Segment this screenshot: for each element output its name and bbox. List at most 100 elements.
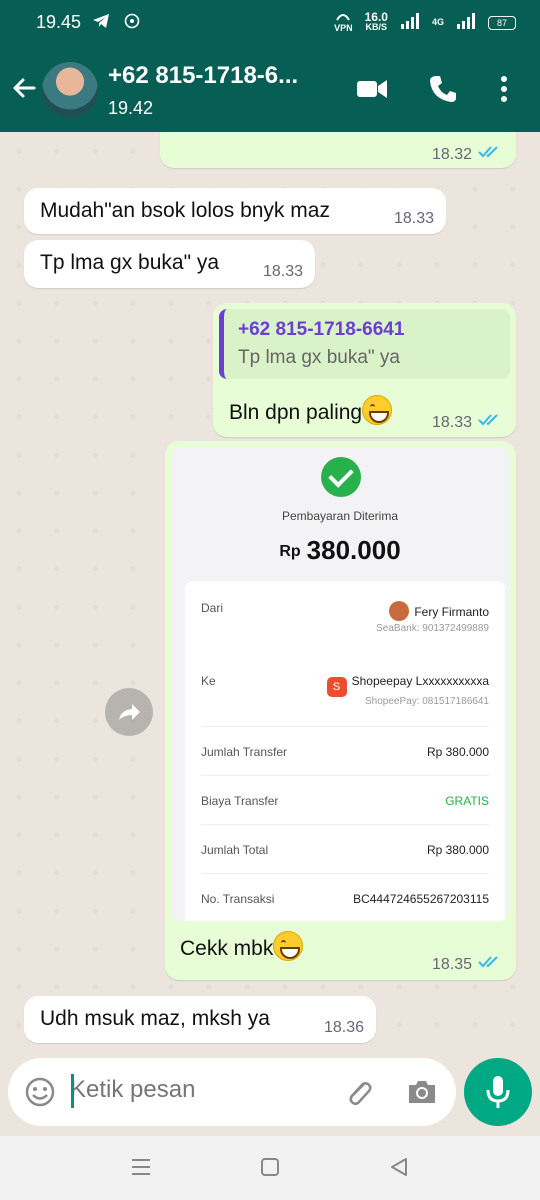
attachment-icon[interactable] <box>342 1076 374 1113</box>
receipt-to-row: Ke S Shopeepay Lxxxxxxxxxxa ShopeePay: 08… <box>201 674 489 707</box>
message-time: 18.33 <box>431 413 472 431</box>
message-time: 18.33 <box>393 210 434 227</box>
image-caption: Cekk mbk <box>180 931 304 961</box>
signal-icon <box>400 13 420 32</box>
shopeepay-icon: S <box>326 677 347 697</box>
receipt-title: Pembayaran Diterima <box>281 509 399 523</box>
grinning-emoji-icon <box>273 931 304 961</box>
to-label: Ke <box>201 674 216 688</box>
row-label: Biaya Transfer <box>201 794 279 808</box>
status-bar: 19.45 VPN 16.0 KB/S 4G 87 <box>0 0 540 48</box>
message-time: 18.33 <box>262 263 303 280</box>
voice-message-button[interactable] <box>464 1058 532 1126</box>
forward-icon <box>119 704 140 720</box>
message-text: Tp lma gx buka" ya <box>40 251 220 274</box>
message-time: 18.32 <box>431 145 472 163</box>
contact-name[interactable]: +62 815-1718-6... <box>108 62 298 90</box>
message-bubble-outgoing[interactable]: 18.32 <box>160 132 516 168</box>
receipt-details-card: Dari Fery Firmanto SeaBank: 901372499889… <box>185 581 505 921</box>
sender-avatar <box>389 601 410 621</box>
contact-avatar[interactable] <box>42 62 98 118</box>
row-value: Rp 380.000 <box>426 843 489 857</box>
message-bubble-incoming[interactable]: Mudah"an bsok lolos bnyk maz 18.33 <box>24 188 446 234</box>
to-name-text: Shopeepay Lxxxxxxxxxxa <box>351 674 489 688</box>
whatsapp-notification-icon <box>124 13 140 34</box>
message-meta: 18.32 <box>432 145 502 164</box>
back-arrow-icon[interactable] <box>10 74 38 107</box>
message-text: Cekk mbk <box>180 937 274 960</box>
row-label: Jumlah Total <box>201 843 269 857</box>
network-label: 4G <box>431 17 444 27</box>
message-time: 18.35 <box>431 955 472 973</box>
grinning-emoji-icon <box>362 395 393 425</box>
back-nav-icon[interactable] <box>388 1156 410 1183</box>
from-bank: SeaBank: 901372499889 <box>376 623 489 634</box>
message-text: Udh msuk maz, mksh ya <box>40 1007 270 1030</box>
divider <box>201 726 489 727</box>
battery-level: 87 <box>496 17 507 28</box>
message-bubble-incoming[interactable]: Tp lma gx buka" ya 18.33 <box>24 240 315 288</box>
receipt-row: No. Transaksi BC444724655267203115 <box>201 892 489 906</box>
vpn-indicator: VPN <box>334 12 353 33</box>
receipt-amount: Rp 380.000 <box>171 535 509 566</box>
chat-area[interactable]: 18.32 Mudah"an bsok lolos bnyk maz 18.33… <box>0 132 540 1052</box>
net-speed: 16.0 KB/S <box>365 11 388 32</box>
row-label: No. Transaksi <box>201 892 275 906</box>
video-call-icon[interactable] <box>356 74 388 109</box>
signal-2-icon <box>456 13 476 32</box>
chat-header: +62 815-1718-6... 19.42 <box>0 48 540 132</box>
message-time: 18.36 <box>323 1019 364 1036</box>
to-account: ShopeePay: 081517186641 <box>364 696 489 707</box>
from-label: Dari <box>201 601 224 615</box>
row-value: Rp 380.000 <box>426 745 489 759</box>
quoted-text: Tp lma gx buka" ya <box>238 347 400 368</box>
read-ticks-icon <box>478 413 502 432</box>
vpn-label: VPN <box>334 23 353 33</box>
more-options-icon[interactable] <box>498 74 510 109</box>
camera-icon[interactable] <box>406 1076 438 1113</box>
message-bubble-outgoing-reply[interactable]: +62 815-1718-6641 Tp lma gx buka" ya Bln… <box>213 303 516 437</box>
message-bubble-outgoing-image[interactable]: Pembayaran Diterima Rp 380.000 Dari Fery … <box>165 441 516 980</box>
message-input[interactable] <box>70 1076 320 1104</box>
from-name-text: Fery Firmanto <box>414 605 489 619</box>
divider <box>201 873 489 874</box>
message-bubble-incoming[interactable]: Udh msuk maz, mksh ya 18.36 <box>24 996 376 1043</box>
battery-indicator: 87 <box>488 15 516 30</box>
microphone-icon <box>486 1076 510 1108</box>
telegram-icon <box>92 13 110 34</box>
message-text: Mudah"an bsok lolos bnyk maz <box>40 199 330 222</box>
row-value: GRATIS <box>445 794 489 808</box>
message-meta: 18.35 <box>432 955 502 974</box>
voice-call-icon[interactable] <box>428 74 458 109</box>
quoted-sender: +62 815-1718-6641 <box>238 319 405 340</box>
last-seen: 19.42 <box>108 98 154 118</box>
quoted-message[interactable]: +62 815-1718-6641 Tp lma gx buka" ya <box>219 309 510 379</box>
net-speed-unit: KB/S <box>365 22 388 32</box>
read-ticks-icon <box>478 955 502 974</box>
to-name: S Shopeepay Lxxxxxxxxxxa <box>326 674 489 697</box>
receipt-currency: Rp <box>279 543 301 560</box>
forward-button[interactable] <box>105 688 153 736</box>
receipt-row: Jumlah Total Rp 380.000 <box>201 843 489 857</box>
network-indicator: 4G <box>432 18 444 27</box>
emoji-picker-icon[interactable] <box>24 1076 56 1113</box>
recent-apps-icon[interactable] <box>130 1156 152 1183</box>
receipt-row: Jumlah Transfer Rp 380.000 <box>201 745 489 759</box>
message-composer <box>8 1058 456 1126</box>
row-value: BC444724655267203115 <box>353 892 489 906</box>
system-nav-bar <box>0 1136 540 1200</box>
message-text: Bln dpn paling <box>229 401 363 424</box>
home-icon[interactable] <box>259 1156 281 1183</box>
clock: 19.45 <box>36 12 82 32</box>
divider <box>201 824 489 825</box>
receipt-amount-value: 380.000 <box>306 535 401 565</box>
success-check-icon <box>321 457 361 497</box>
message-text-line: Bln dpn paling <box>229 395 393 425</box>
divider <box>201 775 489 776</box>
message-meta: 18.33 <box>432 413 502 432</box>
receipt-image[interactable]: Pembayaran Diterima Rp 380.000 Dari Fery … <box>171 447 509 921</box>
read-ticks-icon <box>478 145 502 164</box>
receipt-from-row: Dari Fery Firmanto SeaBank: 901372499889 <box>201 601 489 634</box>
from-name: Fery Firmanto <box>389 601 489 621</box>
text-caret <box>71 1074 74 1108</box>
